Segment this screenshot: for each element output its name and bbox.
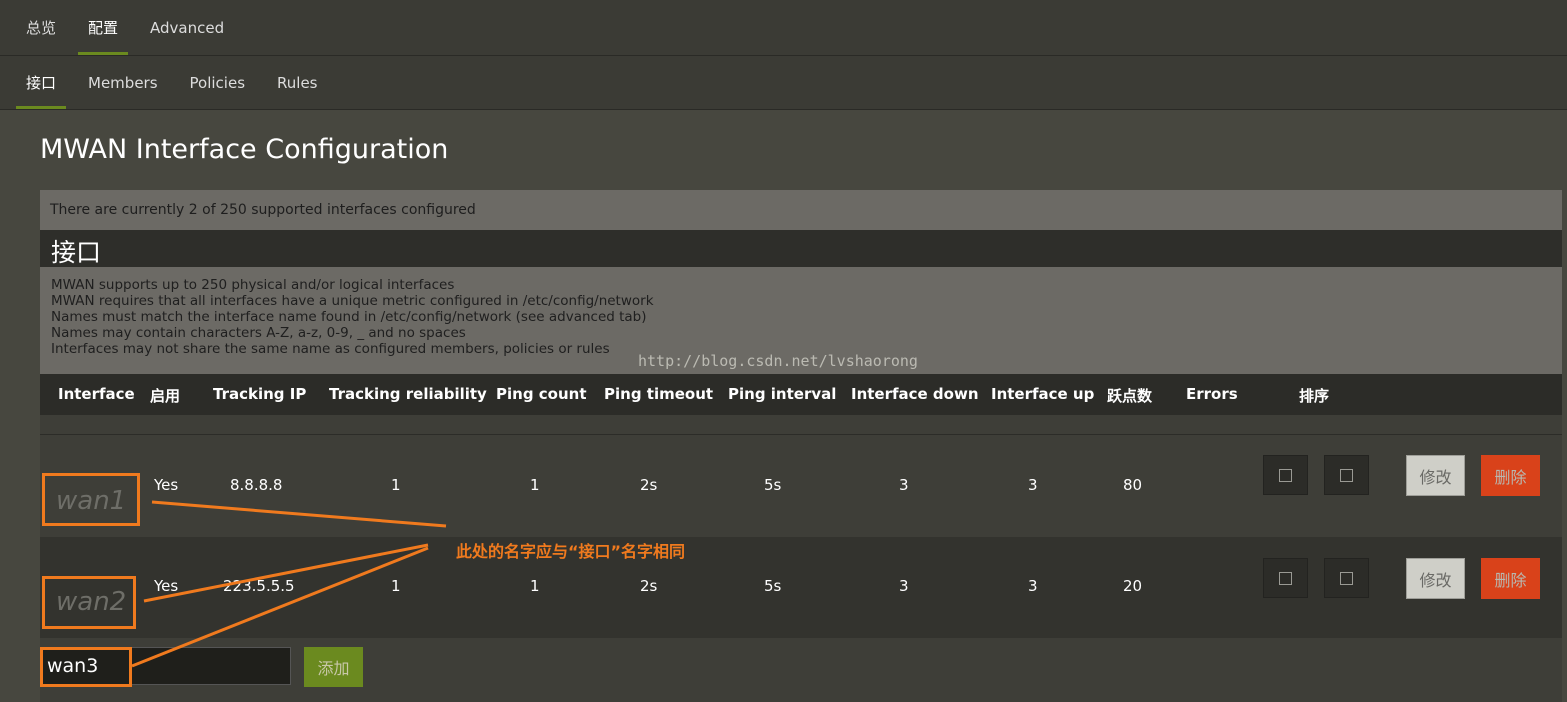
tracking-ip-value: 223.5.5.5 (223, 577, 295, 595)
col-ping-interval: Ping interval (728, 385, 837, 403)
delete-button[interactable]: 删除 (1481, 558, 1540, 599)
add-button[interactable]: 添加 (304, 647, 363, 687)
col-errors: Errors (1186, 385, 1238, 403)
tab-rules[interactable]: Rules (261, 56, 333, 109)
metric-value: 80 (1123, 476, 1143, 494)
highlight-box-wan1 (42, 473, 140, 526)
ping-timeout-value: 2s (640, 577, 658, 595)
add-row: 添加 (40, 639, 1562, 702)
interface-up-value: 3 (1028, 577, 1038, 595)
reliability-value: 1 (391, 476, 401, 494)
move-up-button[interactable] (1263, 455, 1308, 495)
table-row: wan2 Yes 223.5.5.5 1 1 2s 5s 3 3 20 修改 删… (40, 537, 1562, 638)
watermark: http://blog.csdn.net/lvshaorong (638, 352, 918, 370)
page-title: MWAN Interface Configuration (40, 134, 449, 165)
description-line: MWAN supports up to 250 physical and/or … (51, 277, 455, 293)
col-enabled: 启用 (150, 387, 181, 405)
col-metric: 跃点数 (1107, 387, 1153, 405)
col-ping-count: Ping count (496, 385, 587, 403)
description-line: Names may contain characters A-Z, a-z, 0… (51, 325, 466, 341)
checkbox-icon (1279, 571, 1292, 585)
table-spacer (40, 415, 1562, 435)
interface-down-value: 3 (899, 476, 909, 494)
tab-advanced[interactable]: Advanced (134, 0, 240, 55)
reliability-value: 1 (391, 577, 401, 595)
col-tracking-ip: Tracking IP (213, 385, 307, 403)
tab-config[interactable]: 配置 (72, 0, 134, 55)
col-ping-timeout: Ping timeout (604, 385, 714, 403)
interface-panel: There are currently 2 of 250 supported i… (40, 190, 1562, 702)
col-interface-down: Interface down (851, 385, 979, 403)
edit-button[interactable]: 修改 (1406, 455, 1465, 496)
col-interface-up: Interface up (991, 385, 1095, 403)
tracking-ip-value: 8.8.8.8 (230, 476, 283, 494)
ping-count-value: 1 (530, 476, 540, 494)
enabled-value: Yes (154, 476, 179, 494)
interface-up-value: 3 (1028, 476, 1038, 494)
section-title: 接口 (40, 230, 1562, 267)
tab-interfaces[interactable]: 接口 (10, 56, 72, 109)
info-bar: There are currently 2 of 250 supported i… (40, 190, 1562, 230)
checkbox-icon (1279, 468, 1292, 482)
annotation-text: 此处的名字应与“接口”名字相同 (456, 542, 686, 561)
col-sort: 排序 (1299, 387, 1330, 405)
checkbox-icon (1340, 468, 1353, 482)
metric-value: 20 (1123, 577, 1143, 595)
ping-count-value: 1 (530, 577, 540, 595)
checkbox-icon (1340, 571, 1353, 585)
delete-button[interactable]: 删除 (1481, 455, 1540, 496)
description-line: MWAN requires that all interfaces have a… (51, 293, 654, 309)
tab-policies[interactable]: Policies (174, 56, 261, 109)
interface-down-value: 3 (899, 577, 909, 595)
highlight-box-wan2 (42, 576, 136, 629)
description-line: Names must match the interface name foun… (51, 309, 647, 325)
move-up-button[interactable] (1263, 558, 1308, 598)
highlight-box-wan3 (40, 647, 132, 687)
ping-interval-value: 5s (764, 577, 782, 595)
col-interface: Interface (58, 385, 135, 403)
ping-timeout-value: 2s (640, 476, 658, 494)
tab-members[interactable]: Members (72, 56, 174, 109)
enabled-value: Yes (154, 577, 179, 595)
move-down-button[interactable] (1324, 558, 1369, 598)
col-tracking-reliability: Tracking reliability (329, 385, 487, 403)
table-header: Interface 启用 Tracking IP Tracking reliab… (40, 374, 1562, 415)
edit-button[interactable]: 修改 (1406, 558, 1465, 599)
sub-tab-bar: 接口 Members Policies Rules (0, 56, 1567, 110)
move-down-button[interactable] (1324, 455, 1369, 495)
ping-interval-value: 5s (764, 476, 782, 494)
table-row: wan1 Yes 8.8.8.8 1 1 2s 5s 3 3 80 修改 删除 (40, 436, 1562, 537)
tab-overview[interactable]: 总览 (10, 0, 72, 55)
top-tab-bar: 总览 配置 Advanced (0, 0, 1567, 56)
